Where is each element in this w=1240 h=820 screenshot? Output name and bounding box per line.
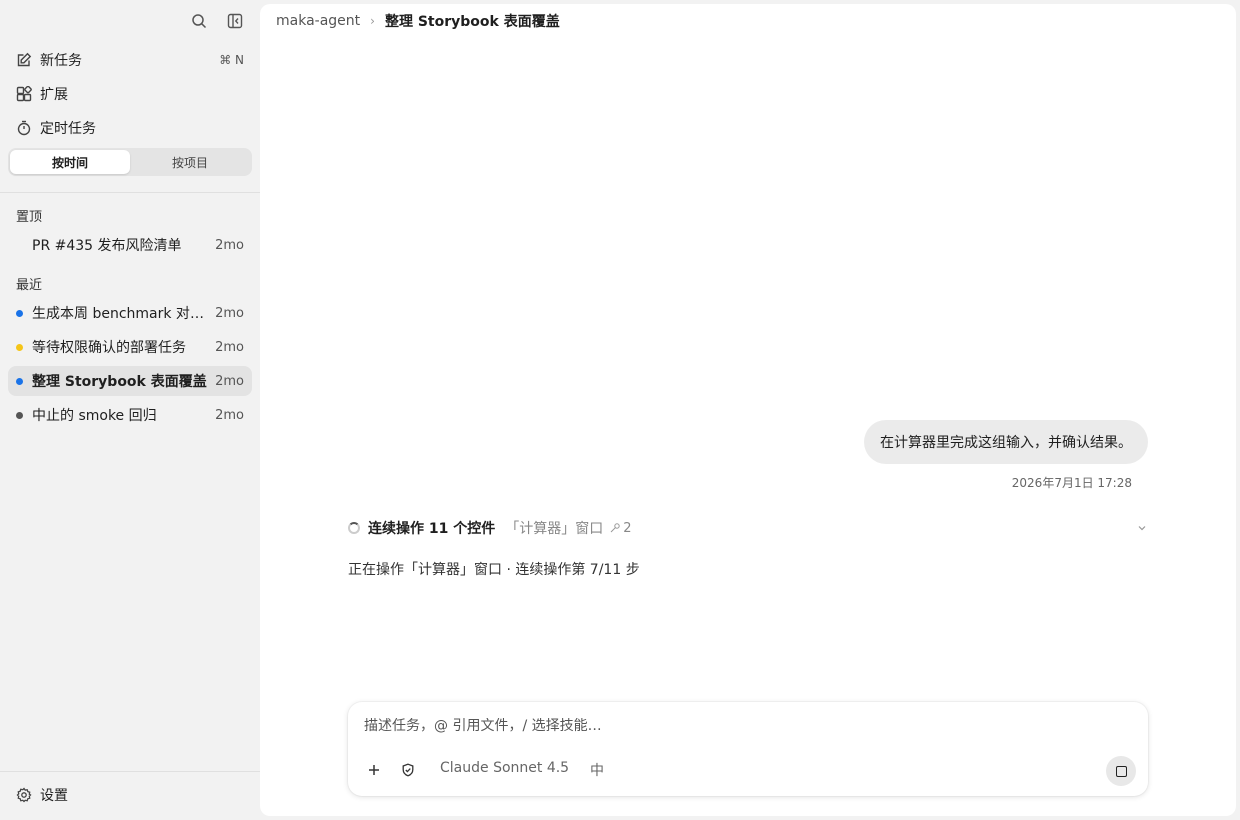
input-language-toggle[interactable]: 中 [590, 760, 604, 780]
stop-button[interactable] [1106, 756, 1136, 786]
gear-icon [16, 787, 32, 803]
operation-window: 「计算器」窗口 [505, 521, 604, 537]
operation-title: 连续操作 11 个控件 [368, 521, 496, 537]
task-item[interactable]: PR #435 发布风险清单 2mo [8, 230, 252, 260]
chevron-down-icon[interactable] [1136, 522, 1148, 534]
status-dot [16, 309, 23, 317]
sidebar-divider [0, 192, 260, 193]
loading-spinner-icon [348, 522, 360, 534]
timer-icon [16, 120, 32, 136]
task-name: 整理 Storybook 表面覆盖 [32, 374, 207, 390]
collapse-sidebar-icon[interactable] [224, 10, 246, 32]
stop-icon [1115, 765, 1127, 777]
task-name: 生成本周 benchmark 对比报告 [32, 306, 210, 322]
task-age: 2mo [215, 237, 244, 253]
operation-summary[interactable]: 连续操作 11 个控件 「计算器」窗口 2 [348, 518, 1148, 538]
group-by-toggle: 按时间 按项目 [8, 148, 252, 176]
sidebar-top-actions [188, 10, 246, 32]
operation-status: 正在操作「计算器」窗口 · 连续操作第 7/11 步 [348, 562, 640, 578]
user-message-bubble: 在计算器里完成这组输入，并确认结果。 [864, 420, 1148, 464]
model-selector[interactable]: Claude Sonnet 4.5 [440, 760, 569, 776]
extensions-icon [16, 86, 32, 102]
page-title: 整理 Storybook 表面覆盖 [384, 14, 560, 30]
breadcrumb-project[interactable]: maka-agent [276, 13, 360, 29]
composer: Claude Sonnet 4.5 中 [348, 702, 1148, 796]
sidebar-bottom-divider [0, 771, 260, 772]
task-item[interactable]: 中止的 smoke 回归 2mo [8, 400, 252, 430]
segment-by-time[interactable]: 按时间 [10, 150, 130, 174]
task-age: 2mo [215, 305, 244, 321]
task-age: 2mo [215, 339, 244, 355]
task-age: 2mo [215, 407, 244, 423]
edit-icon [16, 52, 32, 68]
new-task-shortcut: ⌘ N [219, 53, 244, 67]
sidebar: 新任务 ⌘ N 扩展 定时任务 按时间 按项目 置顶 PR #435 发布风险清… [0, 0, 260, 820]
settings-button[interactable]: 设置 [8, 780, 252, 810]
breadcrumb: maka-agent › 整理 Storybook 表面覆盖 [276, 11, 560, 31]
permissions-button[interactable] [398, 758, 418, 782]
add-button[interactable] [364, 758, 384, 782]
message-timestamp: 2026年7月1日 17:28 [1011, 476, 1132, 490]
pinned-section-label: 置顶 [16, 210, 43, 225]
nav-new-task-label: 新任务 [40, 53, 82, 69]
segment-by-project[interactable]: 按项目 [130, 150, 250, 174]
nav-scheduled-tasks-label: 定时任务 [40, 121, 96, 137]
task-name: 中止的 smoke 回归 [32, 408, 157, 424]
search-icon[interactable] [188, 10, 210, 32]
task-item-active[interactable]: 整理 Storybook 表面覆盖 2mo [8, 366, 252, 396]
task-age: 2mo [215, 373, 244, 389]
plus-icon [369, 765, 379, 775]
operation-tool-count: 2 [609, 520, 632, 536]
status-dot [16, 377, 23, 385]
nav-extensions-label: 扩展 [40, 87, 68, 103]
task-input[interactable] [364, 718, 1124, 734]
nav-scheduled-tasks[interactable]: 定时任务 [8, 113, 252, 143]
status-dot [16, 343, 23, 351]
status-dot [16, 411, 23, 419]
settings-label: 设置 [40, 788, 68, 804]
task-name: 等待权限确认的部署任务 [32, 340, 186, 356]
shield-check-icon [402, 763, 414, 777]
task-item[interactable]: 等待权限确认的部署任务 2mo [8, 332, 252, 362]
nav-new-task[interactable]: 新任务 ⌘ N [8, 45, 252, 75]
main-panel: maka-agent › 整理 Storybook 表面覆盖 在计算器里完成这组… [260, 4, 1236, 816]
recent-section-label: 最近 [16, 278, 43, 293]
task-item[interactable]: 生成本周 benchmark 对比报告 2mo [8, 298, 252, 328]
chevron-right-icon: › [370, 14, 375, 28]
wrench-icon [610, 523, 620, 533]
nav-extensions[interactable]: 扩展 [8, 79, 252, 109]
task-name: PR #435 发布风险清单 [32, 238, 182, 254]
operation-count-value: 2 [623, 520, 632, 536]
